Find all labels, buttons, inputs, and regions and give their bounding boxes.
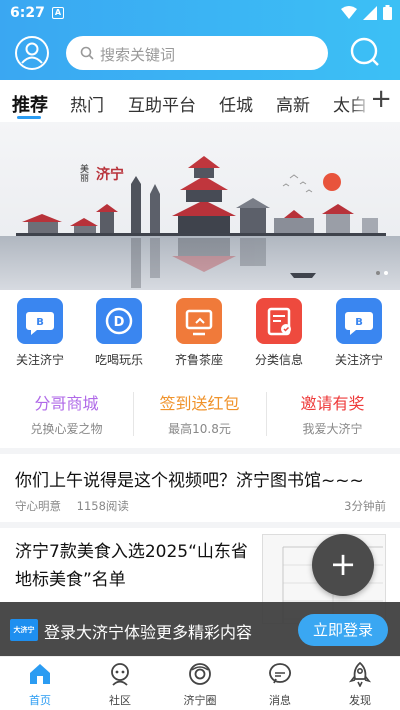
- promo-title: 分哥商城: [34, 394, 99, 413]
- search-icon: [350, 37, 379, 66]
- quick-link-label: 关注济宁: [15, 353, 64, 367]
- rocket-icon: [347, 661, 373, 688]
- news-title: 济宁7款美食入选2025“山东省地标美食”名单: [15, 542, 248, 590]
- monitor-icon: [176, 298, 222, 344]
- svg-text:B: B: [355, 317, 363, 328]
- quick-link-label: 齐鲁茶座: [174, 353, 223, 367]
- wifi-icon: [341, 5, 357, 19]
- clipboard-icon: [256, 298, 302, 344]
- login-button[interactable]: 立即登录: [298, 614, 388, 646]
- login-prompt-bar: 大济宁 登录大济宁体验更多精彩内容 立即登录: [0, 602, 400, 656]
- quick-link-label: 关注济宁: [334, 353, 383, 367]
- quick-link-label: 分类信息: [254, 353, 303, 367]
- nav-community[interactable]: 社区: [80, 661, 160, 708]
- svg-text:B: B: [36, 317, 44, 328]
- tab-recommend[interactable]: 推荐: [12, 91, 48, 117]
- news-author: 守心明意: [15, 499, 61, 513]
- nav-jining-circle[interactable]: 济宁圈: [160, 661, 240, 708]
- promo-row: 分哥商城 兑换心爱之物 签到送红包 最高10.8元 邀请有奖 我爱大济宁: [0, 384, 400, 444]
- nav-discover[interactable]: 发现: [320, 661, 400, 708]
- promo-mall[interactable]: 分哥商城 兑换心爱之物: [0, 390, 133, 437]
- status-time: 6:27: [10, 5, 45, 21]
- battery-icon: [383, 5, 392, 20]
- svg-text:D: D: [114, 315, 125, 330]
- banner-carousel[interactable]: 美丽 济宁: [0, 122, 400, 290]
- nav-home[interactable]: 首页: [0, 661, 80, 708]
- chat-icon: B: [17, 298, 63, 344]
- promo-checkin[interactable]: 签到送红包 最高10.8元: [133, 390, 266, 437]
- app-header: 搜索关键词: [0, 28, 400, 80]
- home-icon: [27, 661, 53, 687]
- quick-link-qilu-tea[interactable]: 齐鲁茶座: [164, 298, 234, 368]
- quick-link-food-fun[interactable]: D 吃喝玩乐: [84, 298, 154, 368]
- quick-link-label: 吃喝玩乐: [94, 353, 143, 367]
- quick-links: B 关注济宁 D 吃喝玩乐 齐鲁茶座 分类信息 B 关注济宁: [0, 290, 400, 376]
- promo-invite[interactable]: 邀请有奖 我爱大济宁: [266, 390, 399, 437]
- tab-mutual-aid[interactable]: 互助平台: [128, 91, 196, 116]
- community-icon: [107, 661, 133, 687]
- bottom-nav: 首页 社区 济宁圈 消息 发现: [0, 656, 400, 710]
- promo-subtitle: 兑换心爱之物: [30, 422, 103, 436]
- news-item[interactable]: 你们上午说得是这个视频吧？济宁图书馆~~~ 守心明意 1158阅读 3分钟前: [0, 454, 400, 524]
- promo-title: 邀请有奖: [300, 394, 365, 413]
- banner-caption-city: 济宁: [96, 167, 124, 183]
- user-icon: [21, 42, 43, 64]
- profile-avatar-button[interactable]: [15, 36, 49, 70]
- app-logo: 大济宁: [10, 619, 38, 641]
- compose-fab-button[interactable]: +: [312, 534, 374, 596]
- nav-label: 首页: [29, 694, 51, 707]
- play-icon: D: [96, 298, 142, 344]
- news-reads: 1158阅读: [76, 499, 129, 513]
- add-tab-button[interactable]: +: [370, 86, 392, 112]
- circle-icon: [187, 661, 213, 687]
- quick-link-classified[interactable]: 分类信息: [244, 298, 314, 368]
- search-placeholder: 搜索关键词: [100, 46, 176, 64]
- city-skyline-illustration: [0, 122, 400, 290]
- tab-hot[interactable]: 热门: [70, 91, 104, 116]
- search-button[interactable]: [349, 36, 381, 68]
- category-tabs: 推荐 热门 互助平台 任城 高新 太白 +: [0, 80, 400, 122]
- promo-title: 签到送红包: [159, 394, 240, 413]
- nav-label: 济宁圈: [183, 694, 217, 707]
- news-title: 你们上午说得是这个视频吧？济宁图书馆~~~: [15, 471, 364, 491]
- search-icon: [80, 46, 94, 60]
- chat-icon: B: [336, 298, 382, 344]
- tab-rencheng[interactable]: 任城: [219, 91, 253, 116]
- tab-gaoxin[interactable]: 高新: [276, 91, 310, 116]
- promo-subtitle: 最高10.8元: [168, 422, 231, 436]
- notification-a-icon: A: [52, 7, 64, 19]
- news-time: 3分钟前: [344, 499, 386, 513]
- signal-icon: [363, 5, 377, 20]
- login-prompt-text: 登录大济宁体验更多精彩内容: [44, 623, 253, 642]
- news-meta: 守心明意 1158阅读: [15, 498, 129, 514]
- carousel-dots: [376, 271, 388, 275]
- nav-label: 社区: [109, 694, 131, 707]
- active-tab-indicator: [17, 116, 41, 119]
- nav-label: 发现: [349, 694, 371, 707]
- quick-link-follow-jining-2[interactable]: B 关注济宁: [324, 298, 394, 368]
- nav-label: 消息: [269, 694, 291, 707]
- search-input[interactable]: 搜索关键词: [66, 36, 328, 70]
- quick-link-follow-jining[interactable]: B 关注济宁: [5, 298, 75, 368]
- message-icon: [267, 661, 293, 687]
- banner-caption-small: 美丽: [78, 164, 88, 182]
- promo-subtitle: 我爱大济宁: [302, 422, 363, 436]
- status-bar: 6:27 A: [0, 0, 400, 28]
- nav-messages[interactable]: 消息: [240, 661, 320, 708]
